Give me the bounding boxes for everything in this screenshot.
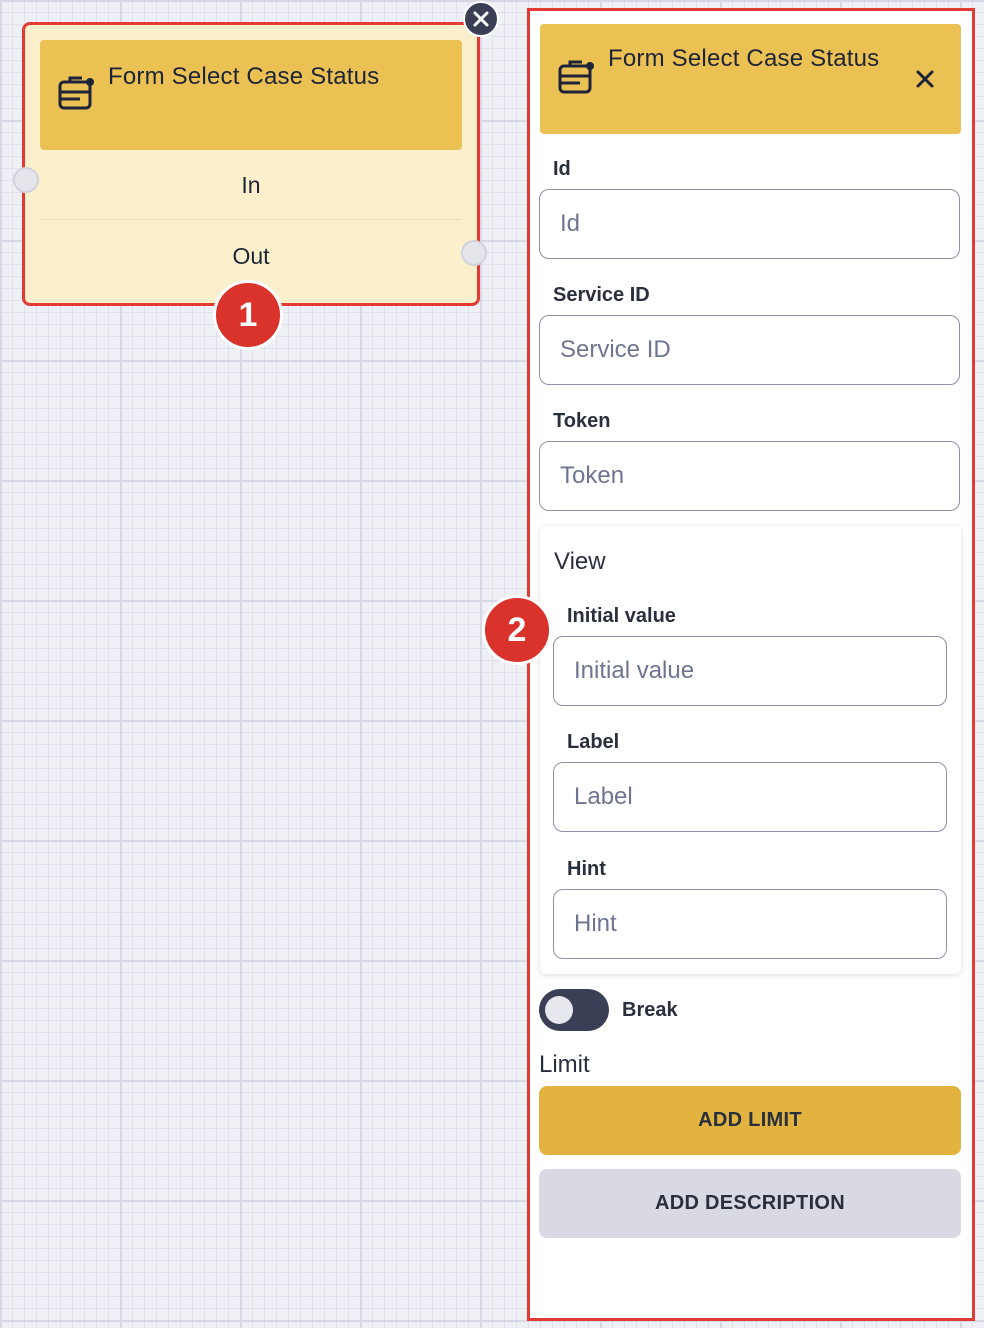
node-header[interactable]: Form Select Case Status [40,40,462,150]
limit-title: Limit [539,1051,590,1078]
flow-node[interactable]: Form Select Case Status In Out [22,22,480,306]
hint-input[interactable] [553,889,947,959]
label-input[interactable] [553,762,947,832]
initial-value-input[interactable] [553,636,947,706]
label-field-label: Label [567,731,620,753]
callout-badge-1: 1 [213,280,283,350]
properties-panel: Form Select Case Status Id Service ID To… [527,8,975,1321]
form-select-icon [58,76,94,110]
hint-label: Hint [567,858,606,880]
panel-close-button[interactable] [910,64,940,94]
add-description-button[interactable]: ADD DESCRIPTION [539,1169,961,1238]
initial-value-label: Initial value [567,605,676,627]
break-toggle[interactable] [539,989,609,1031]
id-label: Id [553,158,571,180]
port-in-label: In [241,172,261,198]
node-delete-button[interactable] [463,1,499,37]
panel-title: Form Select Case Status [608,45,880,72]
port-out-label: Out [232,242,270,269]
token-input[interactable] [539,441,960,511]
break-toggle-label: Break [622,999,678,1021]
add-limit-button[interactable]: ADD LIMIT [539,1086,961,1155]
input-port-handle[interactable] [13,167,39,193]
token-label: Token [553,410,611,432]
service-id-input[interactable] [539,315,960,385]
toggle-knob [545,996,573,1024]
view-section: View Initial value Label Hint [540,526,961,974]
service-id-label: Service ID [553,284,650,306]
node-port-in: In [40,152,462,220]
view-section-title: View [554,548,606,575]
close-icon [916,70,934,88]
close-icon [473,11,489,27]
node-title: Form Select Case Status [108,63,380,90]
panel-header: Form Select Case Status [540,24,961,134]
output-port-handle[interactable] [461,240,487,266]
form-select-icon [558,60,594,94]
id-input[interactable] [539,189,960,259]
callout-badge-2: 2 [482,595,552,665]
